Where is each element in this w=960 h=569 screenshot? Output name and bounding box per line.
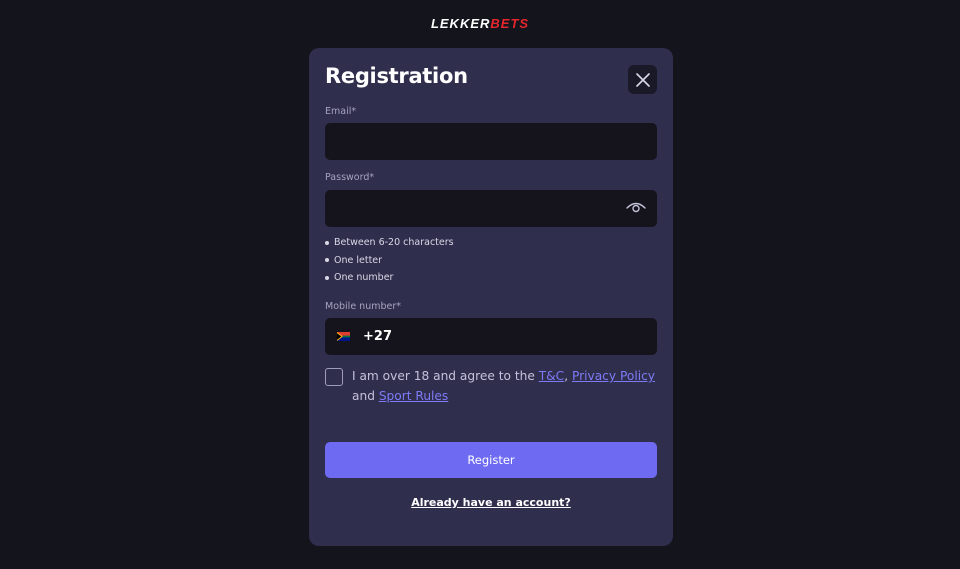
eye-icon [626,202,646,213]
password-rule-text: One number [334,272,394,284]
password-label: Password* [325,172,375,183]
age-terms-checkbox[interactable] [325,368,343,386]
agreement-text-start: I am over 18 and agree to the [352,369,539,383]
password-rule-text: Between 6-20 characters [334,237,454,248]
email-field[interactable] [325,123,657,160]
email-field-container [325,123,657,160]
password-rules: Between 6-20 characters One letter One n… [325,234,454,287]
sport-rules-link[interactable]: Sport Rules [379,389,448,403]
mobile-label: Mobile number* [325,301,402,312]
register-button[interactable]: Register [325,442,657,478]
bullet-dot [325,275,329,280]
close-button[interactable] [628,65,657,94]
bullet-dot [325,240,329,245]
login-link[interactable]: Already have an account? [309,496,673,509]
page: LEKKERBETS Registration Email* Password* [0,0,960,569]
logo-text-lekker: LEKKER [430,16,491,31]
email-label: Email* [325,106,357,117]
password-visibility-toggle[interactable] [625,199,647,217]
password-rule: Between 6-20 characters [325,234,454,252]
privacy-policy-link[interactable]: Privacy Policy [572,369,655,383]
password-field[interactable] [325,190,657,227]
modal-title: Registration [325,64,468,88]
close-icon [635,72,650,87]
mobile-field-container: +27 [325,318,657,355]
agreement-text: I am over 18 and agree to the T&C, Priva… [352,367,655,406]
password-rule-text: One letter [334,254,383,266]
bullet-dot [325,258,329,263]
tc-link[interactable]: T&C [539,369,564,383]
agreement-separator: and [352,388,379,403]
password-rule: One number [325,269,454,287]
brand-logo[interactable]: LEKKERBETS [0,16,960,32]
logo-text-bets: BETS [490,16,530,31]
registration-modal: Registration Email* Password* Between 6-… [309,48,673,546]
password-field-container [325,190,657,227]
agreement-separator: , [564,369,572,383]
password-rule: One letter [325,252,454,270]
agreement-row: I am over 18 and agree to the T&C, Priva… [325,367,655,406]
mobile-number-field[interactable] [325,318,657,355]
